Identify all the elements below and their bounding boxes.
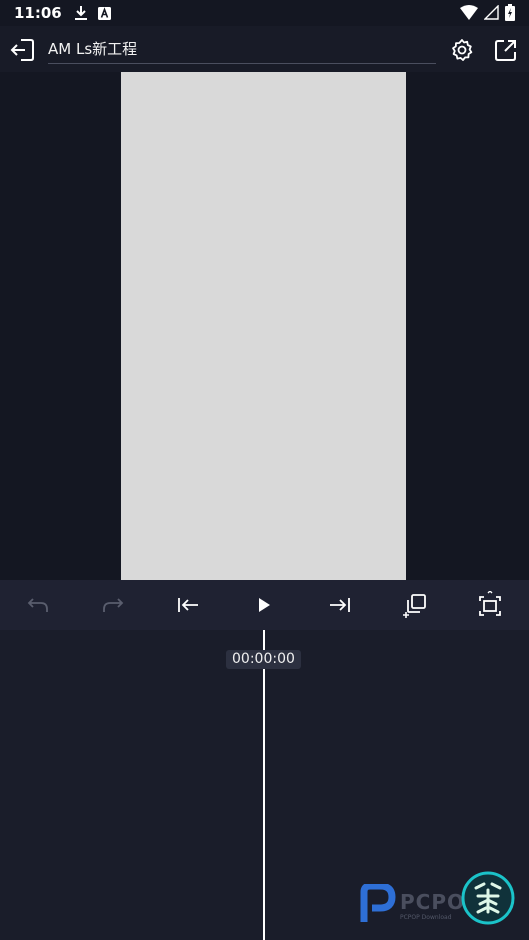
share-button[interactable] [492, 36, 520, 64]
fullscreen-icon [479, 591, 501, 616]
battery-icon [505, 4, 515, 21]
play-button[interactable] [250, 591, 278, 619]
wifi-icon [460, 4, 478, 20]
undo-icon [27, 598, 48, 612]
status-time: 11:06 [14, 4, 62, 22]
duplicate-button[interactable] [401, 591, 429, 619]
skip-end-button[interactable] [326, 591, 354, 619]
project-title: AM Ls新工程 [48, 40, 138, 58]
watermark-subtext: PCPOP Download [400, 914, 452, 921]
exit-icon [10, 39, 34, 61]
redo-icon [103, 598, 124, 612]
project-title-field[interactable]: AM Ls新工程 [48, 37, 436, 64]
play-icon [259, 598, 270, 612]
exit-button[interactable] [8, 36, 36, 64]
undo-button[interactable] [24, 591, 52, 619]
skip-start-icon [178, 598, 198, 612]
preview-canvas[interactable] [121, 72, 406, 580]
skip-end-icon [330, 598, 350, 612]
playhead[interactable] [263, 630, 265, 940]
skip-start-button[interactable] [174, 591, 202, 619]
signal-icon [484, 5, 499, 20]
fullscreen-button[interactable] [476, 591, 504, 619]
status-bar: 11:06 [0, 0, 529, 26]
preview-area [0, 72, 529, 580]
playback-toolbar [0, 580, 529, 630]
status-icons-right [460, 4, 515, 21]
gear-icon [452, 39, 473, 61]
status-icons-left [74, 5, 111, 21]
duplicate-icon [403, 594, 426, 618]
settings-button[interactable] [448, 36, 476, 64]
redo-button[interactable] [99, 591, 127, 619]
download-icon [74, 6, 87, 20]
share-icon [495, 40, 516, 61]
app-bar: AM Ls新工程 [0, 26, 529, 72]
badge-icon [461, 871, 515, 925]
pcpop-logo-icon [360, 884, 396, 922]
a-box-icon [97, 6, 111, 20]
timecode: 00:00:00 [226, 650, 301, 669]
watermark: PCPOP PCPOP Download [360, 870, 520, 930]
